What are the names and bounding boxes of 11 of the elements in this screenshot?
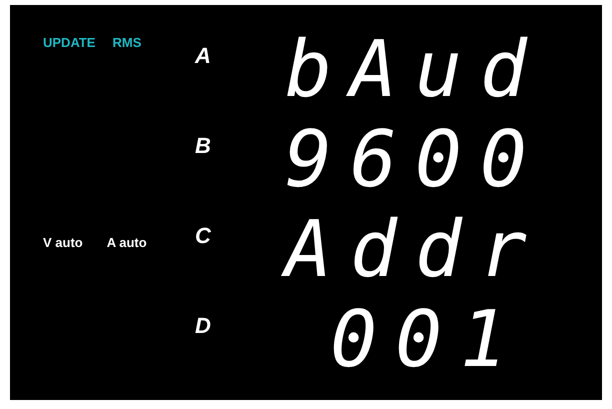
segment-reading: 9600: [285, 115, 525, 205]
indicator-label: RMS: [112, 35, 142, 52]
segment-reading: 001: [330, 295, 525, 385]
channel-label: A: [194, 42, 212, 70]
channel-label: D: [194, 312, 212, 340]
indicator-label: UPDATE: [43, 35, 96, 52]
channel-label: C: [194, 222, 212, 250]
segment-reading: bAud: [285, 25, 525, 115]
indicator-label: A auto: [106, 235, 147, 252]
channel-label: B: [194, 132, 212, 160]
indicator-label: V auto: [43, 235, 83, 252]
